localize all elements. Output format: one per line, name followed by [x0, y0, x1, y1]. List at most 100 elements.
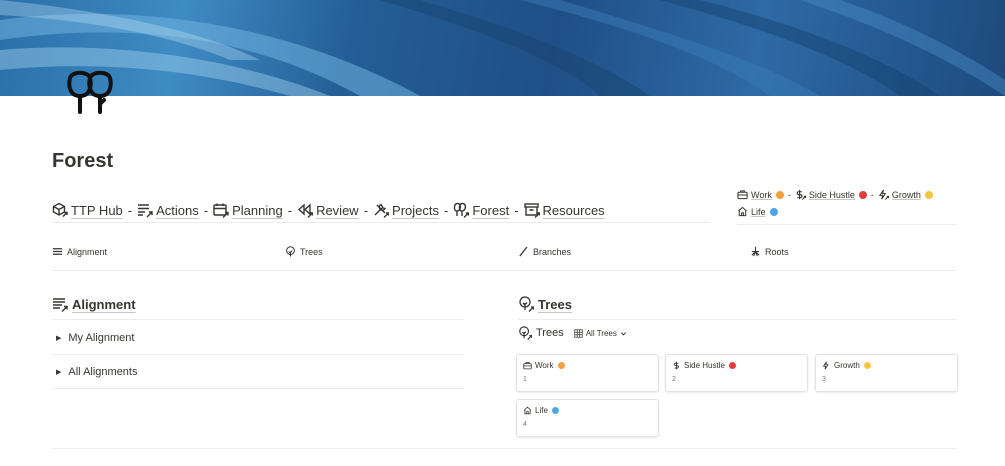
tree-arrow-icon: [519, 326, 532, 340]
trees-view-bar: Trees All Trees: [518, 326, 627, 340]
card-number: 2: [672, 376, 676, 383]
briefcase-icon: [523, 362, 532, 370]
card-number: 1: [523, 376, 527, 383]
bolt-icon: [878, 189, 889, 200]
tree-arrow-icon: [519, 296, 534, 312]
briefcase-icon: [737, 190, 748, 200]
toggle-label: My Alignment: [68, 332, 135, 344]
view-selector-label: All Trees: [585, 328, 617, 338]
tree-card-life[interactable]: Life 4: [516, 399, 659, 437]
divider: [52, 319, 464, 320]
nav-link-projects[interactable]: Projects: [373, 202, 439, 218]
nav-separator: -: [444, 202, 449, 218]
dollar-icon: [796, 189, 806, 200]
trees-page-icon[interactable]: [64, 66, 116, 118]
toggle-all-alignments[interactable]: ▶ All Alignments: [52, 356, 464, 389]
nav-link-forest[interactable]: Forest: [453, 202, 509, 218]
area-link-label: Side Hustle: [808, 189, 855, 200]
rewind-arrow-icon: [298, 203, 314, 218]
card-number: 3: [822, 376, 826, 383]
trees-heading[interactable]: Trees: [518, 296, 572, 312]
tree-card-growth[interactable]: Growth 3: [815, 354, 958, 392]
area-link-side-hustle[interactable]: Side Hustle: [795, 189, 867, 200]
alignment-heading[interactable]: Alignment: [52, 296, 136, 312]
dollar-icon: [674, 361, 679, 370]
cover-image: [0, 0, 1005, 96]
lines-icon: [52, 248, 63, 255]
growth-color-dot: [863, 362, 871, 369]
lines-arrow-icon: [53, 298, 68, 312]
tree-card-side-hustle[interactable]: Side Hustle 2: [665, 354, 808, 392]
card-title: Life: [535, 406, 548, 415]
trees-heading-label: Trees: [538, 296, 572, 312]
chevron-down-icon: [620, 331, 626, 336]
house-icon: [738, 206, 747, 217]
bolt-icon: [822, 361, 829, 370]
view-selector[interactable]: All Trees: [574, 329, 627, 338]
tab-roots[interactable]: Roots: [750, 246, 789, 257]
nav-link-label: Actions: [156, 202, 199, 218]
nav-link-planning[interactable]: Planning: [213, 202, 283, 218]
house-icon: [523, 406, 532, 415]
nav-link-actions[interactable]: Actions: [137, 202, 199, 218]
life-color-dot: [551, 407, 559, 414]
area-link-life[interactable]: Life: [737, 206, 778, 217]
toggle-arrow-icon[interactable]: ▶: [56, 368, 61, 376]
work-color-dot: [775, 190, 784, 199]
area-link-label: Life: [751, 206, 766, 217]
area-separator: -: [870, 189, 874, 200]
page-title: Forest: [52, 150, 114, 172]
roots-icon: [751, 246, 760, 257]
calendar-arrow-icon: [213, 203, 229, 218]
tree-card-work[interactable]: Work 1: [516, 354, 659, 392]
tab-trees[interactable]: Trees: [285, 246, 323, 257]
nav-link-ttp-hub[interactable]: TTP Hub: [52, 202, 123, 218]
branch-icon: [519, 246, 528, 257]
nav-separator: -: [127, 202, 133, 218]
area-link-label: Work: [751, 189, 772, 200]
side-hustle-color-dot: [858, 190, 867, 199]
toggle-label: All Alignments: [68, 366, 138, 378]
nav-separator: -: [287, 202, 293, 218]
area-link-label: Growth: [891, 189, 921, 200]
tools-arrow-icon: [374, 203, 390, 218]
list-arrow-icon: [138, 204, 153, 218]
alignment-heading-label: Alignment: [72, 296, 136, 312]
nav-link-review[interactable]: Review: [297, 202, 359, 218]
tab-branches[interactable]: Branches: [518, 246, 571, 257]
area-link-work[interactable]: Work: [737, 189, 784, 200]
nav-link-label: Review: [316, 202, 359, 218]
tab-label: Roots: [765, 246, 789, 257]
nav-separator: -: [514, 202, 519, 218]
view-title[interactable]: Trees: [536, 327, 564, 339]
card-title: Work: [535, 361, 554, 370]
divider: [518, 319, 957, 320]
nav-link-label: Projects: [392, 202, 439, 218]
area-link-growth[interactable]: Growth: [878, 189, 933, 200]
archive-arrow-icon: [523, 203, 540, 218]
toggle-arrow-icon[interactable]: ▶: [56, 334, 61, 342]
nav-link-label: Forest: [472, 202, 510, 218]
life-color-dot: [769, 207, 778, 216]
hub-navigation: TTP Hub - Actions - Planning - Review - …: [52, 198, 710, 223]
cube-arrow-icon: [52, 202, 68, 217]
tree-icon: [286, 246, 295, 257]
tab-label: Branches: [533, 246, 572, 257]
grid-icon: [574, 328, 583, 338]
divider: [52, 448, 957, 449]
tab-alignment[interactable]: Alignment: [52, 246, 107, 257]
areas-links: Work - Side Hustle - Growth Life: [737, 186, 957, 225]
nav-link-resources[interactable]: Resources: [523, 202, 605, 218]
toggle-my-alignment[interactable]: ▶ My Alignment: [52, 322, 464, 355]
section-tabs: Alignment Trees Branches Roots: [52, 240, 957, 271]
area-separator: -: [787, 189, 791, 200]
nav-link-label: TTP Hub: [71, 202, 123, 218]
nav-separator: -: [363, 202, 369, 218]
card-number: 4: [523, 421, 527, 428]
trees-arrow-icon: [454, 202, 470, 218]
nav-link-label: Planning: [232, 202, 283, 218]
tab-label: Alignment: [67, 246, 108, 257]
card-title: Growth: [834, 361, 860, 370]
work-color-dot: [557, 362, 565, 369]
tab-label: Trees: [300, 246, 323, 257]
